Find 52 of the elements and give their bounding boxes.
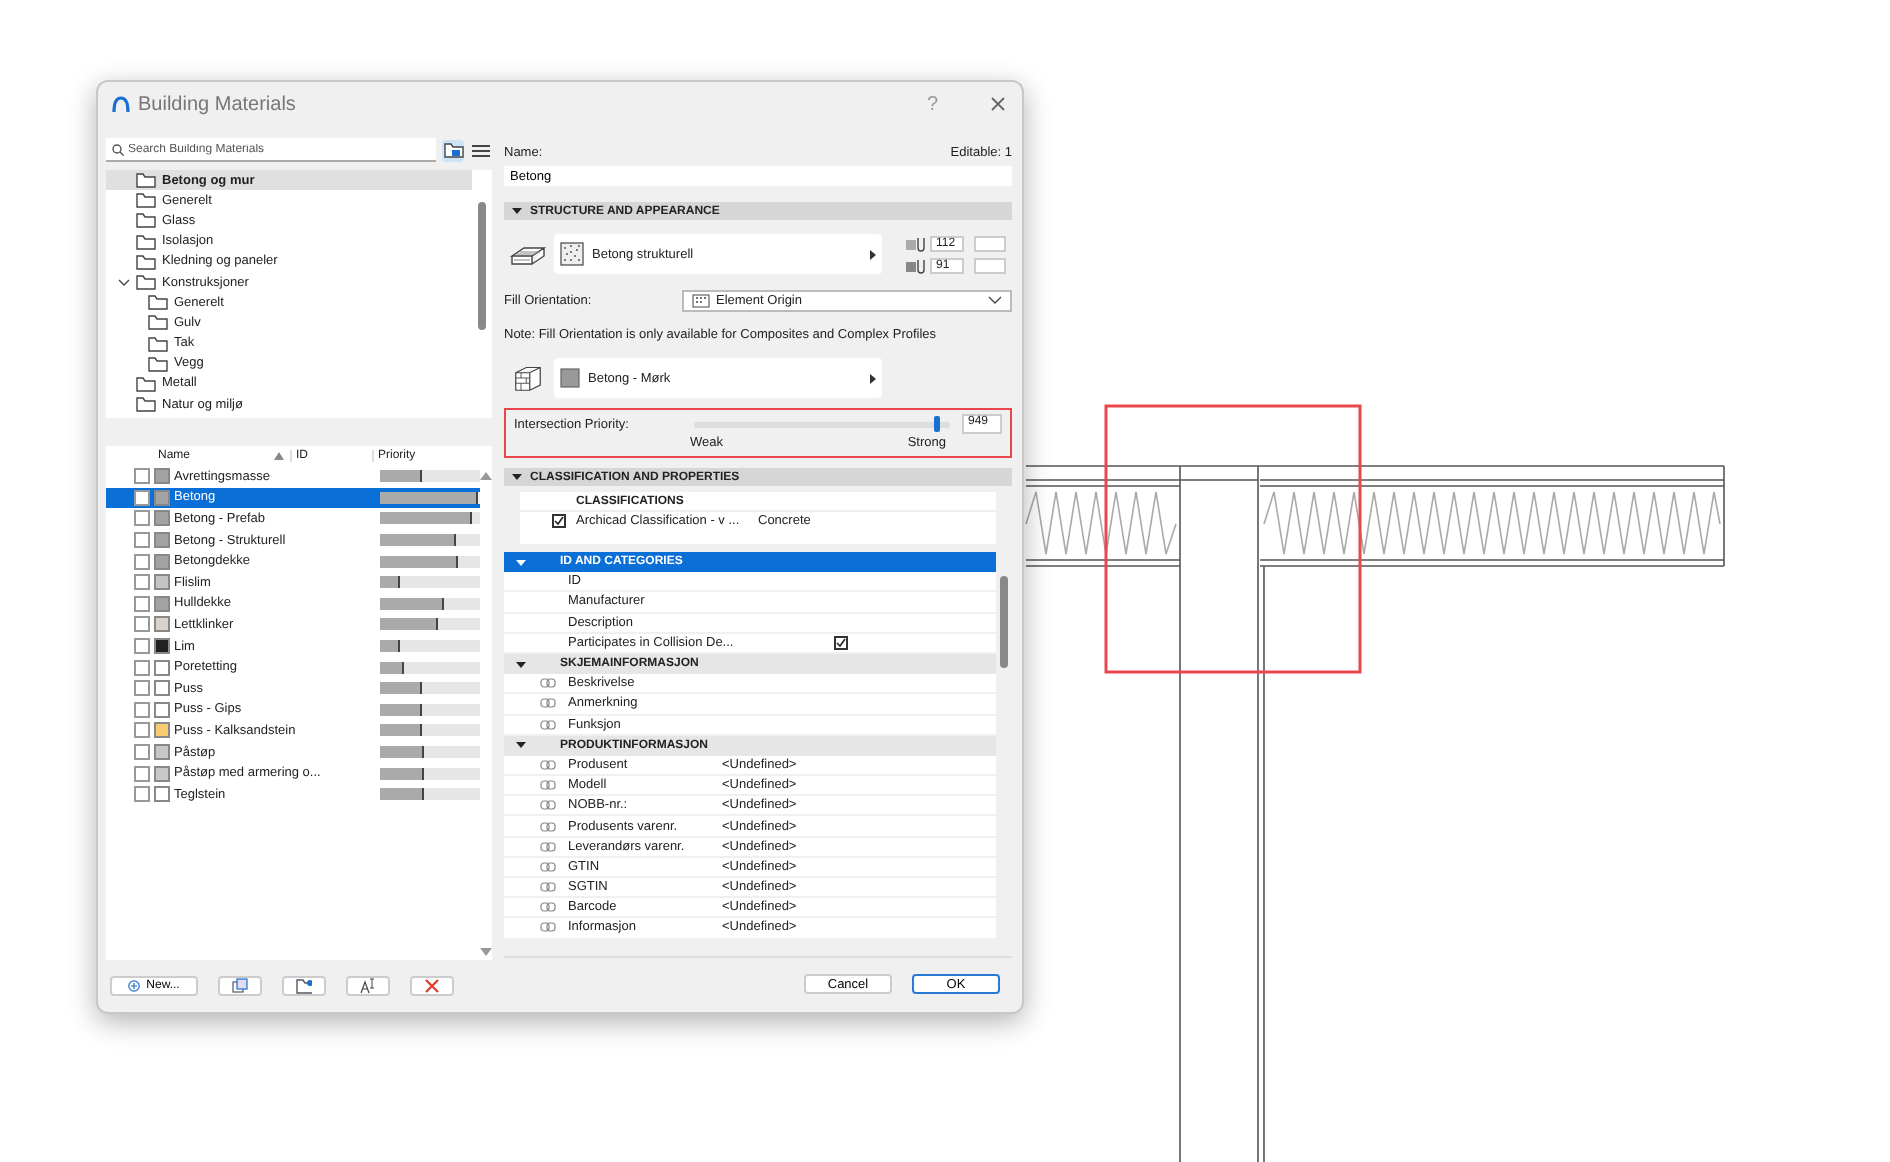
checkbox[interactable] (134, 468, 150, 485)
scroll-down-icon[interactable] (480, 948, 492, 956)
triangle-icon[interactable] (516, 659, 526, 670)
window-title: Building Materials (138, 93, 298, 115)
pen-icon (906, 257, 926, 273)
checkmark-icon (835, 637, 846, 648)
checkbox[interactable] (134, 553, 150, 570)
checkbox[interactable] (134, 510, 150, 527)
hatch-pattern-icon (560, 242, 584, 266)
pen-icon (906, 235, 926, 251)
folder-view-icon[interactable] (443, 141, 463, 159)
arrow-right-icon (870, 249, 876, 259)
checkbox[interactable] (552, 514, 566, 528)
sort-arrow-icon (274, 452, 284, 460)
checkbox[interactable] (134, 701, 150, 718)
triangle-icon[interactable] (512, 206, 522, 216)
checkmark-icon (554, 516, 564, 526)
scrollbar-thumb[interactable] (1000, 576, 1008, 668)
checkbox[interactable] (134, 638, 150, 655)
chevron-down-icon (988, 296, 1002, 304)
checkbox[interactable] (134, 532, 150, 549)
triangle-icon[interactable] (512, 472, 522, 482)
brick-block-icon (510, 364, 546, 392)
checkbox[interactable] (134, 489, 150, 506)
checkbox[interactable] (134, 765, 150, 782)
checkbox[interactable] (833, 635, 848, 650)
checkbox[interactable] (134, 659, 150, 676)
close-icon[interactable] (990, 96, 1006, 112)
folder-add-icon[interactable] (296, 978, 312, 994)
checkbox[interactable] (134, 616, 150, 633)
checkbox[interactable] (134, 722, 150, 739)
pen-color-swatch[interactable] (974, 235, 1006, 251)
surface-swatch-icon (560, 368, 580, 388)
triangle-icon[interactable] (516, 740, 526, 751)
slider-thumb[interactable] (934, 415, 941, 431)
checkbox[interactable] (134, 595, 150, 612)
rename-icon[interactable] (360, 978, 376, 994)
checkbox[interactable] (134, 680, 150, 697)
arrow-right-icon (870, 373, 876, 383)
pattern-icon (692, 293, 710, 307)
list-view-icon[interactable] (472, 143, 490, 157)
arch-logo-icon (112, 96, 130, 112)
delete-icon[interactable] (424, 978, 440, 994)
pen-color-swatch[interactable] (974, 257, 1006, 273)
checkbox[interactable] (134, 744, 150, 761)
checkbox[interactable] (134, 574, 150, 591)
plus-icon (128, 980, 141, 992)
scrollbar-thumb[interactable] (478, 202, 486, 330)
checkbox[interactable] (134, 786, 150, 803)
chevron-icon[interactable] (118, 276, 130, 289)
duplicate-icon[interactable] (232, 978, 248, 994)
scroll-up-icon[interactable] (480, 472, 492, 480)
